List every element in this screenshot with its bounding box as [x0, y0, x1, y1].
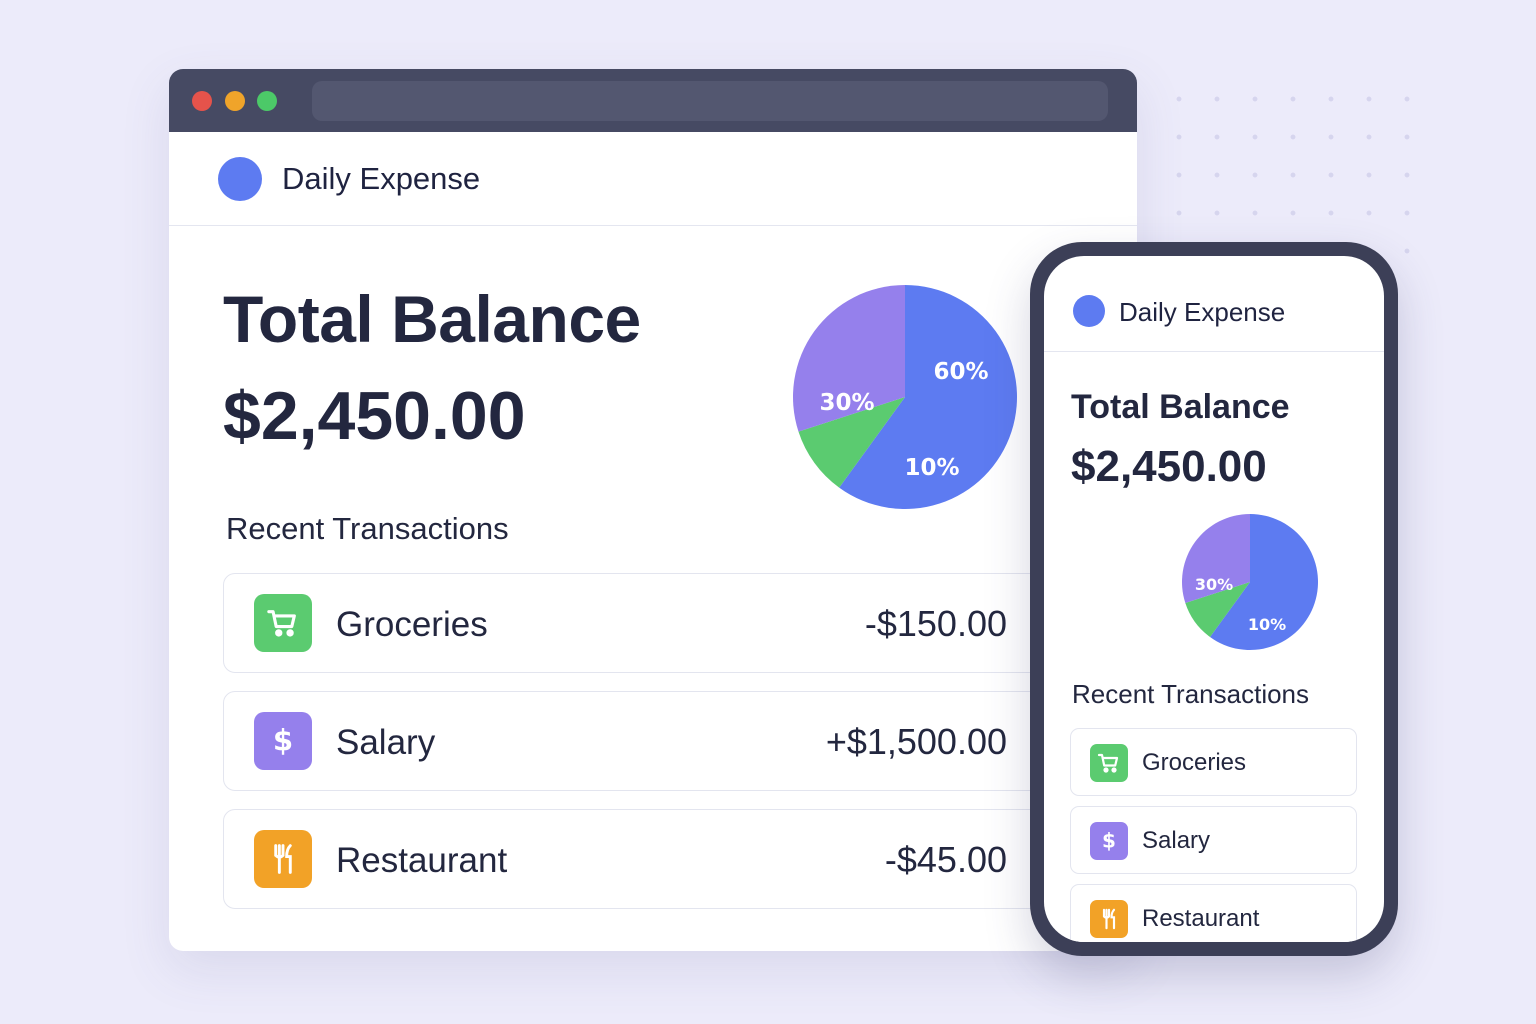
utensils-icon	[254, 830, 312, 888]
balance-amount: $2,450.00	[223, 378, 526, 454]
transaction-name: Groceries	[336, 605, 488, 644]
mobile-transaction-row-restaurant[interactable]: Restaurant	[1070, 884, 1357, 942]
transaction-name: Groceries	[1142, 749, 1247, 776]
mobile-transaction-row-groceries[interactable]: Groceries	[1070, 728, 1357, 796]
mobile-app-title: Daily Expense	[1119, 297, 1286, 327]
dollar-icon: $	[254, 712, 312, 770]
utensils-icon	[1090, 900, 1128, 938]
close-window-button[interactable]	[192, 91, 212, 111]
balance-label: Total Balance	[223, 282, 641, 356]
pie-label-10: 10%	[904, 455, 959, 481]
transaction-name: Restaurant	[1142, 905, 1260, 932]
transaction-amount: -$150.00	[864, 603, 1007, 644]
mobile-app-header: Daily Expense	[1044, 256, 1384, 352]
app-logo-icon	[218, 157, 262, 201]
transaction-row-salary[interactable]: $ Salary +$1,500.00	[223, 691, 1137, 791]
pie-label-10: 10%	[1248, 615, 1286, 634]
mobile-balance-label: Total Balance	[1071, 388, 1290, 426]
cart-icon	[254, 594, 312, 652]
dollar-icon: $	[1090, 822, 1128, 860]
recent-transactions-title: Recent Transactions	[226, 511, 509, 546]
transaction-row-groceries[interactable]: Groceries -$150.00	[223, 573, 1137, 673]
minimize-window-button[interactable]	[225, 91, 245, 111]
app-title: Daily Expense	[282, 161, 481, 196]
expense-pie-chart: 60% 10% 30%	[792, 285, 1018, 509]
transaction-name: Salary	[336, 723, 436, 762]
pie-label-60: 60%	[933, 359, 988, 385]
app-logo-icon	[1073, 295, 1105, 327]
svg-text:$: $	[273, 724, 293, 758]
browser-titlebar	[169, 69, 1137, 132]
address-bar[interactable]	[312, 81, 1108, 121]
transaction-amount: +$1,500.00	[825, 721, 1007, 762]
cart-icon	[1090, 744, 1128, 782]
svg-text:$: $	[1102, 829, 1116, 853]
mobile-expense-pie-chart: 10% 30%	[1182, 514, 1319, 650]
maximize-window-button[interactable]	[257, 91, 277, 111]
transaction-name: Salary	[1142, 827, 1211, 854]
pie-label-30: 30%	[819, 390, 874, 416]
transaction-name: Restaurant	[336, 841, 508, 880]
transaction-amount: -$45.00	[884, 839, 1007, 880]
mobile-balance-amount: $2,450.00	[1071, 442, 1267, 491]
transaction-row-restaurant[interactable]: Restaurant -$45.00	[223, 809, 1137, 909]
app-header: Daily Expense	[169, 132, 1137, 226]
mobile-transaction-row-salary[interactable]: $ Salary	[1070, 806, 1357, 874]
phone-screen: Daily Expense Total Balance $2,450.00 10…	[1044, 256, 1384, 942]
pie-label-30: 30%	[1195, 575, 1233, 594]
browser-window: Daily Expense Total Balance $2,450.00 60…	[169, 69, 1137, 951]
phone-frame: Daily Expense Total Balance $2,450.00 10…	[1030, 242, 1398, 956]
decorative-dot-grid	[1160, 80, 1420, 260]
mobile-recent-transactions-title: Recent Transactions	[1072, 679, 1310, 709]
